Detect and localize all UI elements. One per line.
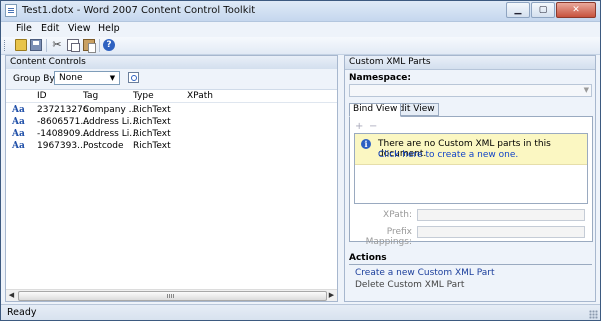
prefix-mappings-label: Prefix Mappings: xyxy=(365,227,412,247)
text-control-icon: Aa xyxy=(12,129,25,139)
minimize-icon: ▁ xyxy=(514,5,522,15)
row-type: RichText xyxy=(133,141,171,151)
row-id: -1408909... xyxy=(37,129,89,139)
chevron-down-icon: ▼ xyxy=(583,86,589,94)
actions-header: Actions xyxy=(349,253,592,265)
row-type: RichText xyxy=(133,117,171,127)
horizontal-scrollbar[interactable]: ◀ ▶ xyxy=(6,289,337,301)
cut-icon[interactable]: ✂ xyxy=(51,39,63,51)
status-bar: Ready xyxy=(1,304,600,320)
group-by-value: None xyxy=(59,73,83,83)
delete-xml-part-link[interactable]: Delete Custom XML Part xyxy=(355,280,464,290)
row-tag: Address Li... xyxy=(83,129,138,139)
info-bar: i There are no Custom XML parts in this … xyxy=(355,134,587,165)
column-headers: ID Tag Type XPath xyxy=(6,90,337,103)
column-header-type[interactable]: Type xyxy=(133,91,154,101)
custom-xml-parts-header: Custom XML Parts xyxy=(345,56,595,70)
chevron-down-icon: ▼ xyxy=(109,74,116,82)
row-type: RichText xyxy=(133,129,171,139)
info-icon: i xyxy=(361,139,371,149)
table-row[interactable]: Aa 1967393... Postcode RichText xyxy=(6,140,337,152)
bind-view-panel: + − i There are no Custom XML parts in t… xyxy=(349,116,593,247)
title-bar[interactable]: Test1.dotx - Word 2007 Content Control T… xyxy=(1,1,600,22)
create-xml-part-link[interactable]: Create a new Custom XML Part xyxy=(355,268,495,278)
save-icon[interactable] xyxy=(30,39,42,51)
row-tag: Address Li... xyxy=(83,117,138,127)
group-by-select[interactable]: None ▼ xyxy=(54,71,120,85)
app-window: Test1.dotx - Word 2007 Content Control T… xyxy=(0,0,601,321)
menu-bar: File Edit View Help xyxy=(1,22,600,36)
help-icon[interactable]: ? xyxy=(103,39,115,51)
menu-view[interactable]: View xyxy=(68,23,91,34)
toolbar-grip[interactable] xyxy=(4,40,7,51)
window-controls: ▁ ▢ ✕ xyxy=(505,2,596,18)
resize-grip-icon[interactable] xyxy=(589,310,598,319)
content-controls-pane: Content Controls Group By: None ▼ ID Tag… xyxy=(5,55,338,302)
row-id: 1967393... xyxy=(37,141,86,151)
create-part-link[interactable]: Click here to create a new one. xyxy=(378,150,518,160)
prefix-mappings-field[interactable] xyxy=(417,226,585,238)
toolbar: ✂ ? xyxy=(1,37,600,55)
scroll-left-icon[interactable]: ◀ xyxy=(6,290,17,301)
row-id: -8606571... xyxy=(37,117,89,127)
custom-xml-parts-pane: Custom XML Parts Namespace: ▼ Bind View … xyxy=(344,55,596,302)
namespace-select[interactable]: ▼ xyxy=(349,84,592,97)
open-folder-icon[interactable] xyxy=(15,39,27,51)
text-control-icon: Aa xyxy=(12,117,25,127)
toolbar-separator xyxy=(99,39,100,52)
group-by-label: Group By: xyxy=(13,74,58,84)
text-control-icon: Aa xyxy=(12,105,25,115)
table-row[interactable]: Aa -8606571... Address Li... RichText xyxy=(6,116,337,128)
scroll-right-icon[interactable]: ▶ xyxy=(326,290,337,301)
row-type: RichText xyxy=(133,105,171,115)
status-text: Ready xyxy=(7,307,37,318)
menu-edit[interactable]: Edit xyxy=(41,23,59,34)
toolbar-separator xyxy=(46,39,47,52)
table-row[interactable]: Aa 237213276 Company ... RichText xyxy=(6,104,337,116)
window-title: Test1.dotx - Word 2007 Content Control T… xyxy=(22,5,256,16)
column-header-xpath[interactable]: XPath xyxy=(187,91,213,101)
pane-splitter[interactable] xyxy=(339,55,343,302)
group-by-bar: Group By: None ▼ xyxy=(6,69,337,90)
minimize-button[interactable]: ▁ xyxy=(506,2,530,18)
maximize-icon: ▢ xyxy=(538,5,548,15)
row-id: 237213276 xyxy=(37,105,89,115)
copy-icon[interactable] xyxy=(67,39,80,52)
column-header-id[interactable]: ID xyxy=(37,91,47,101)
menu-file[interactable]: File xyxy=(16,23,32,34)
xpath-label: XPath: xyxy=(383,210,412,220)
find-icon[interactable] xyxy=(128,72,139,83)
paste-icon[interactable] xyxy=(83,39,96,53)
column-header-tag[interactable]: Tag xyxy=(83,91,98,101)
table-row[interactable]: Aa -1408909... Address Li... RichText xyxy=(6,128,337,140)
menu-help[interactable]: Help xyxy=(98,23,120,34)
text-control-icon: Aa xyxy=(12,141,25,151)
add-part-button[interactable]: + xyxy=(355,121,363,132)
row-tag: Company ... xyxy=(83,105,138,115)
document-icon xyxy=(5,4,17,17)
namespace-label: Namespace: xyxy=(349,73,411,83)
maximize-button[interactable]: ▢ xyxy=(531,2,555,18)
remove-part-button[interactable]: − xyxy=(369,121,377,132)
tab-bind-view[interactable]: Bind View xyxy=(349,103,402,117)
close-button[interactable]: ✕ xyxy=(556,2,596,18)
close-icon: ✕ xyxy=(572,5,580,15)
xpath-field[interactable] xyxy=(417,209,585,221)
row-tag: Postcode xyxy=(83,141,124,151)
xml-tree-view[interactable]: i There are no Custom XML parts in this … xyxy=(354,133,588,204)
content-controls-header: Content Controls xyxy=(6,56,337,70)
scrollbar-thumb[interactable] xyxy=(18,291,327,301)
